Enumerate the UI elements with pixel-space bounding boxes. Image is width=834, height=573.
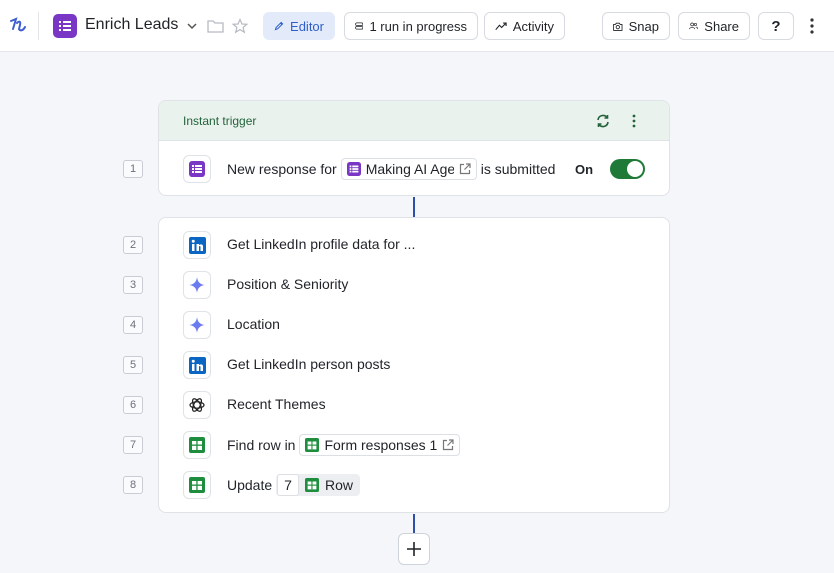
toggle-label: On xyxy=(575,162,594,177)
runs-label: 1 run in progress xyxy=(369,18,467,34)
step-number: 8 xyxy=(123,476,143,494)
step-number: 6 xyxy=(123,396,143,414)
activity-button[interactable]: Activity xyxy=(484,12,565,40)
share-button[interactable]: Share xyxy=(678,12,750,40)
add-step-button[interactable] xyxy=(398,533,430,565)
row-step-number: 7 xyxy=(277,474,299,496)
pencil-icon xyxy=(274,21,284,31)
plus-icon xyxy=(407,542,421,556)
users-icon xyxy=(689,22,699,30)
sparkle-icon xyxy=(183,271,211,299)
activity-label: Activity xyxy=(512,18,554,34)
trigger-more-icon[interactable] xyxy=(629,113,639,129)
step-number: 2 xyxy=(123,236,143,254)
step-text[interactable]: Position & Seniority xyxy=(227,276,348,292)
connector-line xyxy=(413,197,415,217)
chevron-down-icon[interactable] xyxy=(184,18,200,34)
trigger-label: Instant trigger xyxy=(183,114,257,128)
toggle-knob xyxy=(627,161,643,177)
connector-line xyxy=(413,514,415,534)
row-label: Row xyxy=(324,477,353,493)
update-step-text[interactable]: Update 7 Row xyxy=(227,474,360,496)
more-options-icon[interactable] xyxy=(805,16,819,36)
share-label: Share xyxy=(704,18,739,34)
snap-label: Snap xyxy=(628,18,659,34)
step-text[interactable]: Get LinkedIn person posts xyxy=(227,356,390,372)
find-row-step-text[interactable]: Find row in Form responses 1 xyxy=(227,434,461,456)
runs-stack-icon xyxy=(355,22,364,30)
google-sheets-icon xyxy=(183,431,211,459)
step-number: 7 xyxy=(123,436,143,454)
activity-trend-icon xyxy=(495,22,507,31)
sheet-name: Form responses 1 xyxy=(324,437,438,453)
workflow-title[interactable]: Enrich Leads xyxy=(85,16,178,34)
google-sheets-icon xyxy=(183,471,211,499)
trigger-header: Instant trigger xyxy=(159,101,669,141)
trigger-card[interactable]: Instant trigger xyxy=(158,100,670,196)
trigger-toggle[interactable] xyxy=(610,159,645,179)
step-text: Update xyxy=(227,477,273,493)
trigger-step-text[interactable]: New response for Making AI Age is submit… xyxy=(227,158,555,180)
step-number: 5 xyxy=(123,356,143,374)
openai-icon xyxy=(183,391,211,419)
snap-button[interactable]: Snap xyxy=(602,12,670,40)
editor-button[interactable]: Editor xyxy=(263,12,335,40)
step-number: 4 xyxy=(123,316,143,334)
google-forms-icon xyxy=(346,162,361,176)
step-text: Find row in xyxy=(227,437,296,453)
runs-in-progress-button[interactable]: 1 run in progress xyxy=(344,12,478,40)
google-forms-icon xyxy=(53,14,77,38)
linkedin-icon xyxy=(183,231,211,259)
star-icon[interactable] xyxy=(231,17,249,35)
google-forms-icon xyxy=(183,155,211,183)
top-bar: Enrich Leads Editor 1 run in progress Ac… xyxy=(0,0,834,52)
linkedin-icon xyxy=(183,351,211,379)
google-sheets-icon xyxy=(304,478,319,492)
external-link-icon[interactable] xyxy=(459,163,471,175)
divider xyxy=(38,12,39,40)
trigger-text-before: New response for xyxy=(227,161,337,177)
folder-icon[interactable] xyxy=(206,17,224,35)
app-logo-icon[interactable] xyxy=(8,15,28,35)
sparkle-icon xyxy=(183,311,211,339)
row-reference-chip[interactable]: 7 Row xyxy=(276,474,360,496)
form-chip[interactable]: Making AI Age xyxy=(340,158,477,180)
step-text[interactable]: Location xyxy=(227,316,280,332)
external-link-icon[interactable] xyxy=(442,439,454,451)
trigger-text-after: is submitted xyxy=(480,161,556,177)
step-text[interactable]: Get LinkedIn profile data for ... xyxy=(227,236,415,252)
help-button[interactable]: ? xyxy=(758,12,794,40)
step-number: 3 xyxy=(123,276,143,294)
refresh-icon[interactable] xyxy=(595,113,611,129)
step-number: 1 xyxy=(123,160,143,178)
step-text[interactable]: Recent Themes xyxy=(227,396,326,412)
sheet-chip[interactable]: Form responses 1 xyxy=(299,434,461,456)
editor-label: Editor xyxy=(290,18,324,34)
camera-icon xyxy=(613,22,623,31)
google-sheets-icon xyxy=(305,438,320,452)
form-name: Making AI Age xyxy=(365,161,454,177)
